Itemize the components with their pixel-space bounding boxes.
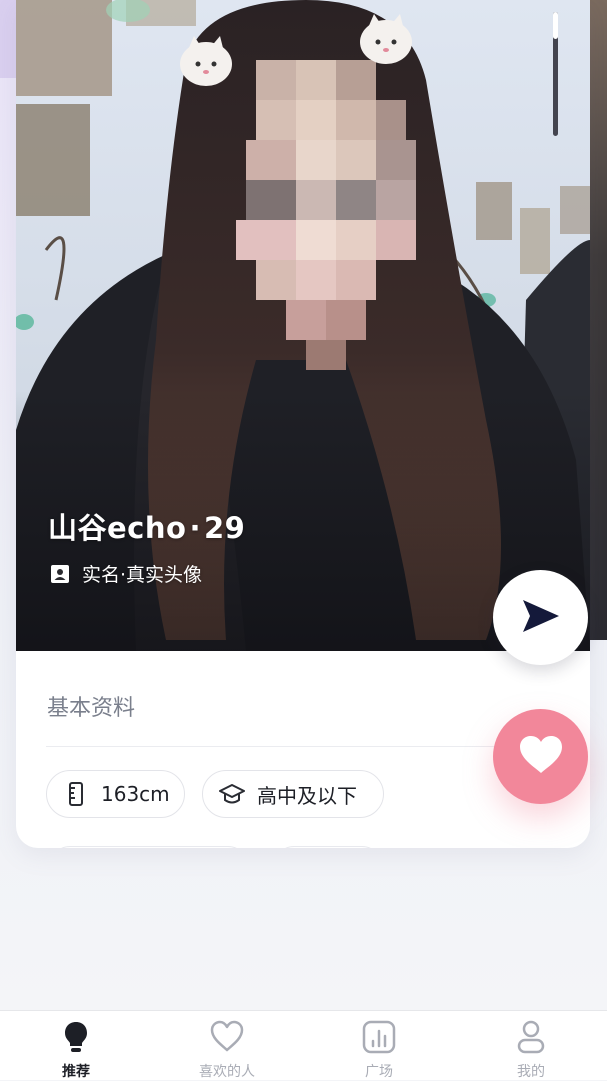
profile-age: 29 xyxy=(203,511,246,545)
previous-card-edge xyxy=(0,0,16,78)
tab-label: 喜欢的人 xyxy=(199,1064,255,1080)
chart-icon xyxy=(362,1020,396,1054)
info-chip-partial xyxy=(50,846,248,848)
tab-label: 广场 xyxy=(365,1064,393,1080)
profile-card[interactable]: 山谷echo · 29 实名·真实头像 基本资料 163cm 高中及以下 xyxy=(16,0,590,848)
photo-progress-bar xyxy=(553,12,558,136)
verification-text: 实名·真实头像 xyxy=(82,564,203,586)
send-message-button[interactable] xyxy=(493,570,588,665)
bottom-tab-bar: 推荐 喜欢的人 广场 我的 xyxy=(0,1010,607,1080)
profile-name-age: 山谷echo · 29 xyxy=(48,505,245,547)
tab-label: 我的 xyxy=(517,1064,545,1080)
heart-outline-icon xyxy=(210,1020,244,1054)
profile-photo[interactable]: 山谷echo · 29 实名·真实头像 xyxy=(16,0,590,651)
section-divider xyxy=(46,746,561,747)
height-value: 163cm xyxy=(101,782,170,806)
education-chip: 高中及以下 xyxy=(202,770,384,818)
profile-name: 山谷echo xyxy=(48,511,187,545)
tab-square[interactable]: 广场 xyxy=(324,1011,434,1081)
lightbulb-icon xyxy=(59,1020,93,1054)
tab-liked-people[interactable]: 喜欢的人 xyxy=(172,1011,282,1081)
education-value: 高中及以下 xyxy=(257,783,357,808)
tab-me[interactable]: 我的 xyxy=(476,1011,586,1081)
name-age-separator: · xyxy=(189,511,201,545)
height-chip: 163cm xyxy=(46,770,185,818)
next-card-edge[interactable] xyxy=(589,0,607,640)
tab-recommend[interactable]: 推荐 xyxy=(21,1011,131,1081)
verification-status: 实名·真实头像 xyxy=(50,560,202,587)
photo-progress-fill xyxy=(553,12,558,40)
graduation-cap-icon xyxy=(219,781,245,807)
id-card-icon xyxy=(50,564,70,584)
ruler-icon xyxy=(63,781,89,807)
person-icon xyxy=(514,1020,548,1054)
tab-label: 推荐 xyxy=(62,1064,90,1080)
like-button[interactable] xyxy=(493,709,588,804)
heart-icon xyxy=(518,735,564,779)
send-icon xyxy=(521,598,561,638)
info-chip-partial xyxy=(274,846,382,848)
basic-info-title: 基本资料 xyxy=(47,696,136,721)
